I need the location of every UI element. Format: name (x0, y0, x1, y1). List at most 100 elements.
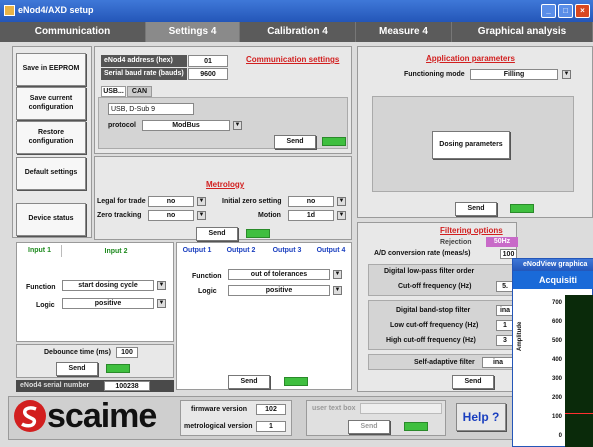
tab-output-1[interactable]: Output 1 (178, 245, 216, 257)
port-field[interactable]: USB, D-Sub 9 (108, 103, 194, 115)
user-text-input[interactable] (360, 403, 442, 414)
metrology-heading: Metrology (206, 180, 245, 189)
legal-select[interactable]: no (148, 196, 194, 207)
application-send-button[interactable]: Send (455, 202, 497, 216)
communication-heading: Communication settings (246, 55, 340, 64)
input-logic-label: Logic (36, 302, 55, 309)
address-label: eNod4 address (hex) (101, 55, 187, 67)
zero-tracking-label: Zero tracking (97, 212, 142, 219)
tab-output-2[interactable]: Output 2 (222, 245, 260, 257)
lowpass-label: Digital low-pass filter order (384, 268, 475, 275)
graph-header: Acquisiti (513, 271, 593, 289)
initial-zero-select[interactable]: no (288, 196, 334, 207)
graph-ytick-label: 400 (551, 357, 562, 363)
output-logic-select[interactable]: positive (228, 285, 330, 296)
serial-field: 100238 (104, 381, 150, 391)
chevron-down-icon[interactable]: ▼ (157, 281, 166, 290)
device-status-button[interactable]: Device status (16, 203, 86, 236)
input-function-select[interactable]: start dosing cycle (62, 280, 154, 291)
chevron-down-icon[interactable]: ▼ (197, 211, 206, 220)
serial-label: eNod4 serial number (20, 382, 90, 389)
filtering-heading: Filtering options (440, 226, 503, 235)
subtab-usb[interactable]: USB... (101, 86, 126, 97)
metrology-send-button[interactable]: Send (196, 227, 238, 241)
dosing-parameters-button[interactable]: Dosing parameters (432, 131, 510, 159)
input-function-label: Function (26, 284, 56, 291)
close-button[interactable]: × (575, 4, 590, 18)
motion-select[interactable]: 1d (288, 210, 334, 221)
filtering-send-button[interactable]: Send (452, 375, 494, 389)
graph-ytick-label: 500 (551, 338, 562, 344)
outputs-status-led (284, 377, 308, 386)
metrological-label: metrological version (184, 423, 253, 430)
save-current-configuration-button[interactable]: Save current configuration (16, 87, 86, 120)
chevron-down-icon[interactable]: ▼ (337, 211, 346, 220)
graph-ytick-label: 700 (551, 300, 562, 306)
default-settings-button[interactable]: Default settings (16, 157, 86, 190)
tab-settings-4[interactable]: Settings 4 (146, 22, 240, 42)
minimize-button[interactable]: _ (541, 4, 556, 18)
tab-graphical-analysis[interactable]: Graphical analysis (452, 22, 593, 42)
functioning-mode-label: Functioning mode (404, 71, 465, 78)
tab-output-3[interactable]: Output 3 (268, 245, 306, 257)
graph-plot-area[interactable] (565, 295, 593, 447)
restore-configuration-button[interactable]: Restore configuration (16, 121, 86, 154)
protocol-label: protocol (108, 122, 136, 129)
chevron-down-icon[interactable]: ▼ (337, 197, 346, 206)
baud-label: Serial baud rate (bauds) (101, 68, 187, 80)
application-heading: Application parameters (426, 54, 515, 63)
tab-communication[interactable]: Communication (0, 22, 146, 42)
rejection-value: 50Hz (486, 237, 518, 247)
chevron-down-icon[interactable]: ▼ (333, 270, 342, 279)
legal-label: Legal for trade (97, 198, 146, 205)
tab-input-1[interactable]: Input 1 (18, 245, 62, 257)
cutoff-label: Cut-off frequency (Hz) (398, 283, 472, 290)
tab-measure-4[interactable]: Measure 4 (356, 22, 452, 42)
tab-input-2[interactable]: Input 2 (94, 246, 138, 258)
low-cutoff-label: Low cut-off frequency (Hz) (390, 322, 479, 329)
tab-output-4[interactable]: Output 4 (312, 245, 350, 257)
help-button[interactable]: Help ? (456, 403, 506, 431)
chevron-down-icon[interactable]: ▼ (562, 70, 571, 79)
baud-field[interactable]: 9600 (188, 68, 228, 80)
motion-label: Motion (258, 212, 281, 219)
title-bar: eNod4/AXD setup _ □ × (0, 0, 593, 22)
output-function-select[interactable]: out of tolerances (228, 269, 330, 280)
high-cutoff-label: High cut-off frequency (Hz) (386, 337, 476, 344)
output-function-label: Function (192, 273, 222, 280)
inputs-send-button[interactable]: Send (56, 362, 98, 376)
ad-rate-label: A/D conversion rate (meas/s) (374, 250, 471, 257)
functioning-mode-select[interactable]: Filling (470, 69, 558, 80)
bandstop-label: Digital band-stop filter (396, 307, 471, 314)
user-text-send-button[interactable]: Send (348, 420, 390, 434)
chevron-down-icon[interactable]: ▼ (233, 121, 242, 130)
graph-window: eNodView graphica Acquisiti Amplitude 70… (512, 258, 593, 447)
protocol-select[interactable]: ModBus (142, 120, 230, 131)
save-eeprom-button[interactable]: Save in EEPROM (16, 53, 86, 86)
comm-status-led (322, 137, 346, 146)
metrological-field: 1 (256, 421, 286, 432)
graph-ytick-label: 0 (558, 433, 562, 439)
chevron-down-icon[interactable]: ▼ (157, 299, 166, 308)
scaime-logo-text: scaime (47, 397, 157, 435)
outputs-send-button[interactable]: Send (228, 375, 270, 389)
rejection-label: Rejection (440, 239, 472, 246)
comm-send-button[interactable]: Send (274, 135, 316, 149)
selfadaptive-select[interactable]: ina (482, 357, 514, 368)
app-icon (4, 5, 15, 16)
firmware-field: 102 (256, 404, 286, 415)
zero-tracking-select[interactable]: no (148, 210, 194, 221)
maximize-button[interactable]: □ (558, 4, 573, 18)
graph-ytick-label: 600 (551, 319, 562, 325)
chevron-down-icon[interactable]: ▼ (333, 286, 342, 295)
debounce-field[interactable]: 100 (116, 347, 138, 358)
subtab-can[interactable]: CAN (127, 86, 152, 97)
debounce-label: Debounce time (ms) (44, 349, 111, 356)
user-text-status-led (404, 422, 428, 431)
address-field[interactable]: 01 (188, 55, 228, 67)
tab-calibration-4[interactable]: Calibration 4 (240, 22, 356, 42)
input-logic-select[interactable]: positive (62, 298, 154, 309)
metrology-status-led (246, 229, 270, 238)
chevron-down-icon[interactable]: ▼ (197, 197, 206, 206)
user-text-label: user text box (312, 405, 356, 412)
